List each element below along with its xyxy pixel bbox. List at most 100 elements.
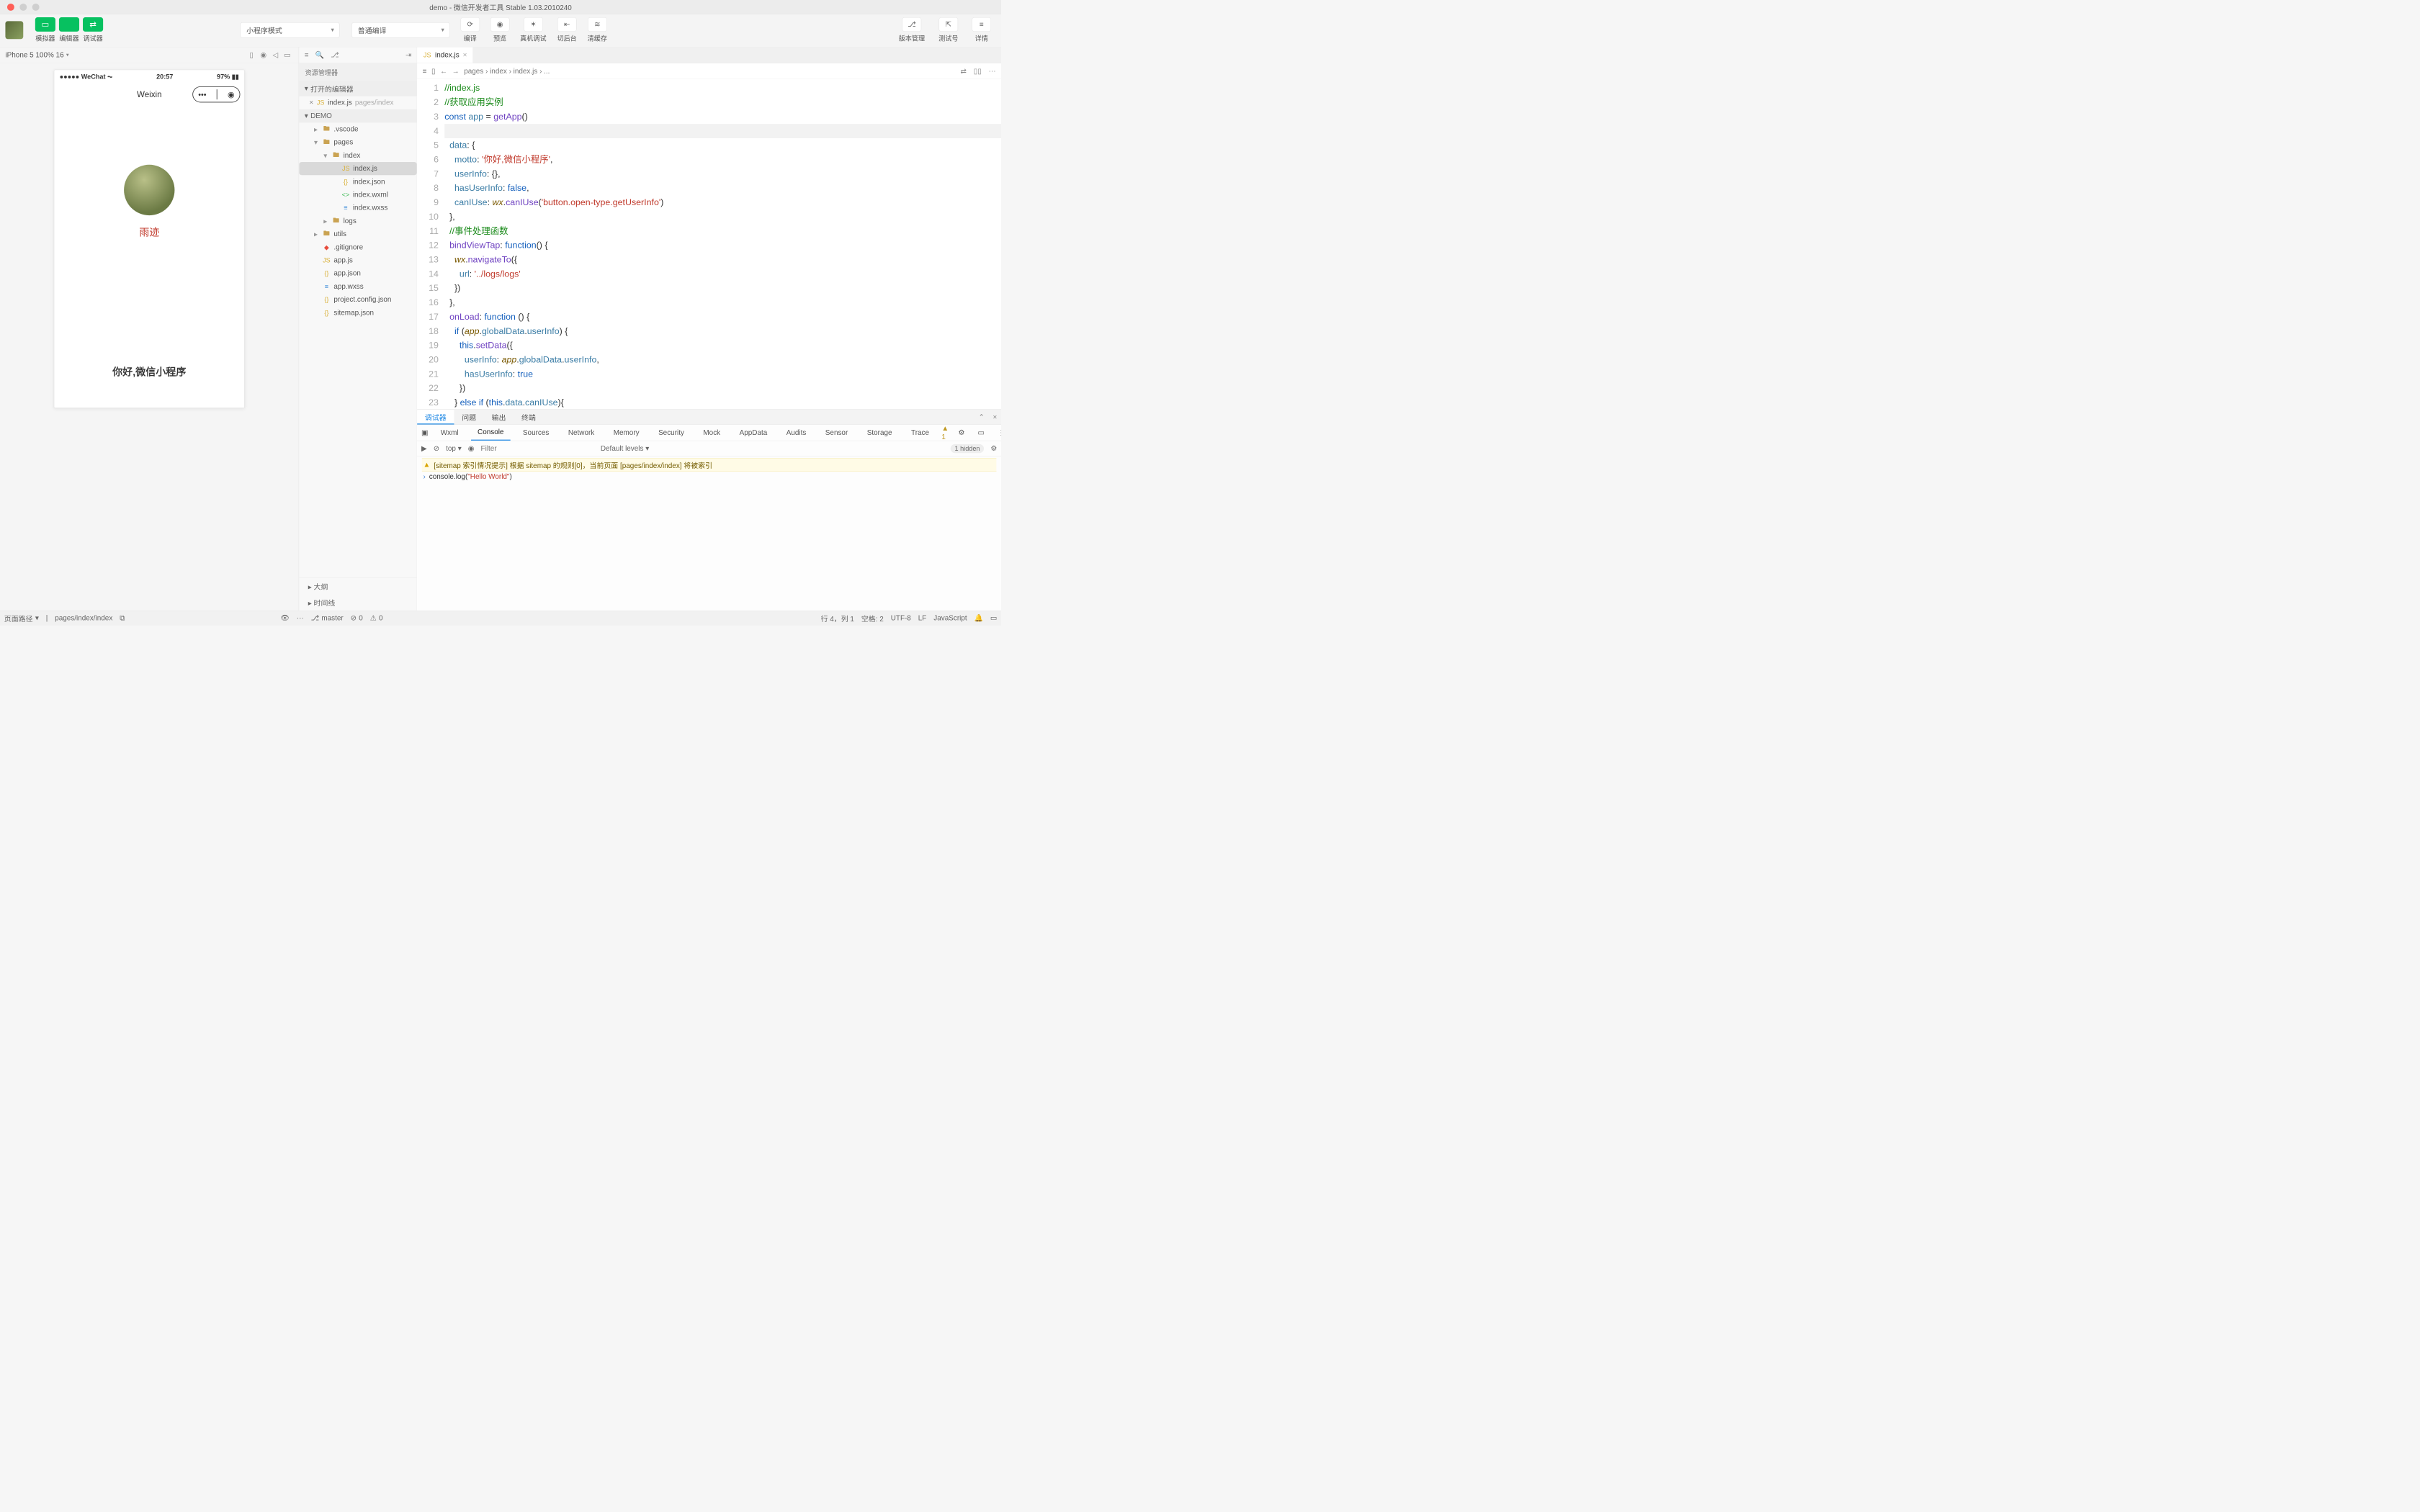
chrome-tab-network[interactable]: Network	[562, 428, 601, 437]
mode-调试器[interactable]: ⇄调试器	[83, 17, 103, 43]
hidden-badge[interactable]: 1 hidden	[951, 444, 985, 453]
filter-input[interactable]	[481, 444, 594, 453]
context-select[interactable]: top ▾	[446, 444, 462, 453]
collapse-icon[interactable]: ⇥	[405, 50, 411, 59]
search-icon[interactable]: 🔍	[315, 50, 324, 59]
cursor-pos[interactable]: 行 4，列 1	[821, 613, 854, 623]
path-selector[interactable]: 页面路径 ▾	[4, 613, 39, 623]
gear-icon[interactable]: ⚙	[954, 428, 968, 437]
capsule-menu-icon[interactable]: •••	[198, 90, 206, 99]
project-section[interactable]: ▾ DEMO	[299, 109, 416, 123]
play-icon[interactable]: ▶	[421, 444, 427, 453]
file-app.wxss[interactable]: ≡app.wxss	[299, 280, 416, 293]
devtools-tab-输出[interactable]: 输出	[484, 410, 514, 424]
chrome-tab-mock[interactable]: Mock	[696, 428, 727, 437]
chrome-tab-console[interactable]: Console	[471, 425, 511, 441]
zoom-icon[interactable]	[32, 4, 40, 11]
action-切后台[interactable]: ⇤切后台	[552, 17, 582, 43]
chrome-tab-security[interactable]: Security	[652, 428, 691, 437]
eye-icon[interactable]: ◉	[468, 444, 475, 453]
bookmark-icon[interactable]: ▯	[431, 67, 435, 76]
chrome-tab-sources[interactable]: Sources	[516, 428, 556, 437]
file-logs[interactable]: ▸🖿logs	[299, 215, 416, 228]
right-版本管理[interactable]: ⎇版本管理	[894, 17, 930, 43]
window-icon[interactable]: ▭	[282, 50, 294, 59]
simulator-device[interactable]: ●●●●● WeChat ⏦ 20:57 97% ▮▮ Weixin ••• ◉…	[54, 70, 245, 408]
capsule-close-icon[interactable]: ◉	[228, 90, 234, 99]
console-input-line[interactable]: › console.log("Hello World")	[422, 472, 997, 482]
chrome-tab-trace[interactable]: Trace	[905, 428, 936, 437]
right-详情[interactable]: ≡详情	[967, 17, 996, 43]
bookmark-icon[interactable]: ▯	[246, 50, 258, 59]
dock-icon[interactable]: ▭	[974, 428, 988, 437]
compile-select[interactable]: 普通编译 ▼	[351, 22, 449, 38]
capsule[interactable]: ••• ◉	[192, 86, 240, 102]
close-icon[interactable]: ×	[309, 99, 313, 107]
back-icon[interactable]: ←	[440, 67, 447, 76]
more-icon[interactable]: ⋮	[994, 428, 1001, 437]
eol[interactable]: LF	[918, 614, 927, 623]
action-清缓存[interactable]: ≋清缓存	[583, 17, 612, 43]
file-.vscode[interactable]: ▸🖿.vscode	[299, 122, 416, 135]
window-icon[interactable]: ▭	[990, 614, 997, 623]
gear-icon[interactable]: ⚙	[990, 444, 997, 453]
chrome-tab-sensor[interactable]: Sensor	[819, 428, 855, 437]
file-index.wxss[interactable]: ≡index.wxss	[299, 202, 416, 215]
more-icon[interactable]: ⋯	[989, 67, 996, 76]
warnings[interactable]: ⚠ 0	[370, 614, 383, 623]
mode-模拟器[interactable]: ▭模拟器	[35, 17, 55, 43]
chrome-tab-appdata[interactable]: AppData	[733, 428, 774, 437]
levels-select[interactable]: Default levels ▾	[601, 444, 649, 453]
breadcrumb-path[interactable]: pages › index › index.js › ...	[464, 67, 550, 76]
bell-icon[interactable]: 🔔	[974, 614, 983, 623]
user-avatar[interactable]	[124, 165, 174, 215]
open-editor-item[interactable]: × JS index.js pages/index	[299, 96, 416, 109]
more-icon[interactable]: ⋯	[297, 614, 304, 623]
file-project.config.json[interactable]: {}project.config.json	[299, 293, 416, 306]
chrome-tab-wxml[interactable]: Wxml	[434, 428, 465, 437]
action-真机调试[interactable]: ✶真机调试	[516, 17, 552, 43]
file-index.js[interactable]: JSindex.js	[299, 162, 416, 175]
chrome-tab-audits[interactable]: Audits	[780, 428, 813, 437]
open-editors-section[interactable]: ▾ 打开的编辑器	[299, 81, 416, 96]
device-select[interactable]: iPhone 5 100% 16	[5, 51, 63, 60]
menu-icon[interactable]: ≡	[423, 67, 427, 76]
mute-icon[interactable]: ◁	[269, 50, 282, 59]
mode-select[interactable]: 小程序模式 ▼	[240, 22, 339, 38]
inspect-icon[interactable]: ▣	[421, 428, 428, 437]
clear-icon[interactable]: ⊘	[434, 444, 439, 453]
devtools-tab-问题[interactable]: 问题	[454, 410, 483, 424]
chrome-tab-memory[interactable]: Memory	[607, 428, 646, 437]
right-测试号[interactable]: ⇱测试号	[934, 17, 964, 43]
file-index.json[interactable]: {}index.json	[299, 175, 416, 188]
minimize-icon[interactable]	[19, 4, 27, 11]
file-utils[interactable]: ▸🖿utils	[299, 228, 416, 240]
mode-编辑器[interactable]: 编辑器	[59, 17, 79, 43]
file-app.json[interactable]: {}app.json	[299, 267, 416, 280]
compare-icon[interactable]: ⇄	[961, 67, 967, 76]
forward-icon[interactable]: →	[452, 67, 460, 76]
devtools-tab-终端[interactable]: 终端	[514, 410, 543, 424]
code-editor[interactable]: 123456789101112131415161718192021222324 …	[417, 79, 1001, 409]
split-icon[interactable]: ▯▯	[974, 67, 982, 76]
close-icon[interactable]: ×	[463, 51, 467, 60]
file-pages[interactable]: ▾🖿pages	[299, 136, 416, 149]
editor-tab[interactable]: JS index.js ×	[417, 47, 473, 63]
project-avatar[interactable]	[5, 21, 23, 39]
errors[interactable]: ⊘ 0	[351, 614, 363, 623]
list-icon[interactable]: ≡	[305, 51, 309, 60]
lang[interactable]: JavaScript	[933, 614, 967, 623]
close-icon[interactable]: ×	[989, 413, 1001, 422]
git-branch[interactable]: ⎇ master	[311, 614, 344, 623]
spaces[interactable]: 空格: 2	[861, 613, 884, 623]
chrome-tab-storage[interactable]: Storage	[861, 428, 899, 437]
outline-section[interactable]: ▸ 大纲	[299, 578, 416, 595]
encoding[interactable]: UTF-8	[891, 614, 911, 623]
branch-icon[interactable]: ⎇	[331, 50, 339, 59]
file-app.js[interactable]: JSapp.js	[299, 253, 416, 266]
file-sitemap.json[interactable]: {}sitemap.json	[299, 306, 416, 319]
copy-icon[interactable]: ⧉	[120, 614, 125, 623]
close-icon[interactable]	[7, 4, 14, 11]
file-index.wxml[interactable]: <>index.wxml	[299, 188, 416, 201]
file-index[interactable]: ▾🖿index	[299, 149, 416, 162]
